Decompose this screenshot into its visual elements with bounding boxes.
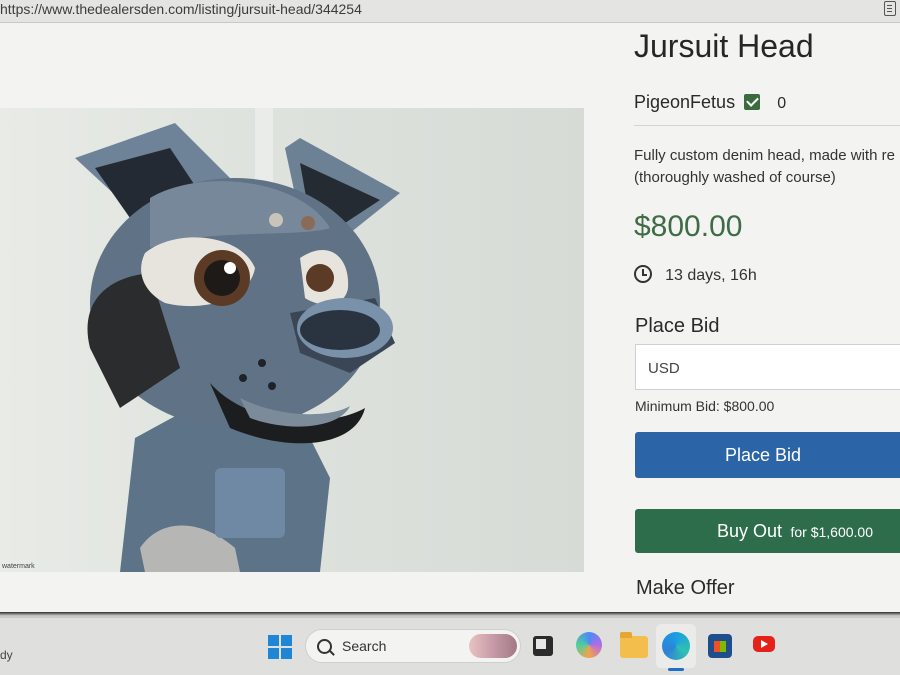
seller-rating-count: 0 bbox=[777, 95, 787, 112]
time-remaining-text: 13 days, 16h bbox=[665, 267, 757, 284]
clock-icon bbox=[634, 265, 652, 283]
taskbar: dy Search bbox=[0, 618, 900, 675]
listing-photo[interactable]: watermark bbox=[0, 108, 584, 572]
bid-amount-input[interactable]: USD bbox=[635, 344, 900, 390]
description-line: (thoroughly washed of course) bbox=[634, 169, 836, 186]
file-explorer-icon[interactable] bbox=[620, 632, 648, 658]
search-icon bbox=[317, 639, 332, 654]
time-remaining: 13 days, 16h bbox=[634, 262, 757, 285]
edge-icon[interactable] bbox=[662, 632, 690, 660]
seller-row: PigeonFetus 0 bbox=[634, 92, 786, 114]
url-text[interactable]: https://www.thedealersden.com/listing/ju… bbox=[0, 1, 362, 17]
make-offer-heading: Make Offer bbox=[636, 577, 735, 599]
bid-currency-label: USD bbox=[648, 360, 680, 377]
divider bbox=[634, 125, 900, 126]
buy-out-button[interactable]: Buy Out for $1,600.00 bbox=[635, 509, 900, 553]
copilot-icon[interactable] bbox=[576, 632, 602, 658]
taskbar-status-text: dy bbox=[0, 648, 13, 662]
place-bid-button[interactable]: Place Bid bbox=[635, 432, 900, 478]
listing-price: $800.00 bbox=[634, 210, 743, 243]
listing-title: Jursuit Head bbox=[634, 28, 814, 64]
description-line: Fully custom denim head, made with re bbox=[634, 147, 895, 164]
buy-out-label: Buy Out bbox=[717, 521, 783, 541]
microsoft-store-icon[interactable] bbox=[708, 634, 732, 658]
buy-out-price: for $1,600.00 bbox=[790, 524, 873, 540]
place-bid-heading: Place Bid bbox=[635, 315, 720, 337]
denim-head-illustration bbox=[75, 108, 400, 572]
search-highlight-image bbox=[469, 634, 517, 658]
browser-window: https://www.thedealersden.com/listing/ju… bbox=[0, 0, 900, 612]
listing-description: Fully custom denim head, made with re (t… bbox=[634, 145, 900, 189]
address-bar[interactable]: https://www.thedealersden.com/listing/ju… bbox=[0, 0, 900, 23]
reader-view-icon[interactable] bbox=[884, 1, 896, 16]
active-app-indicator bbox=[668, 668, 684, 671]
taskbar-search-label: Search bbox=[342, 638, 387, 654]
verified-check-icon bbox=[744, 94, 761, 110]
task-view-icon[interactable] bbox=[533, 636, 553, 656]
taskbar-search[interactable]: Search bbox=[305, 629, 521, 663]
photo-watermark: watermark bbox=[2, 563, 35, 570]
seller-name-link[interactable]: PigeonFetus bbox=[634, 92, 735, 112]
windows-start-icon[interactable] bbox=[268, 635, 292, 659]
minimum-bid-text: Minimum Bid: $800.00 bbox=[635, 398, 775, 414]
youtube-icon[interactable] bbox=[753, 636, 775, 652]
